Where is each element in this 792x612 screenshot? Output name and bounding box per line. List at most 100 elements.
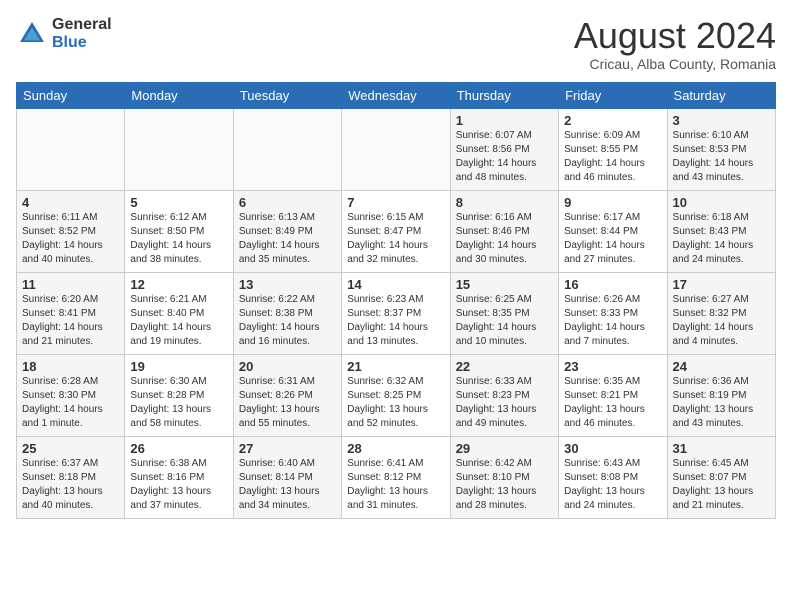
header-saturday: Saturday: [667, 82, 775, 108]
day-info: Sunrise: 6:10 AM Sunset: 8:53 PM Dayligh…: [673, 129, 770, 185]
day-info: Sunrise: 6:17 AM Sunset: 8:44 PM Dayligh…: [564, 211, 661, 267]
day-number: 31: [673, 441, 770, 456]
day-number: 3: [673, 113, 770, 128]
day-number: 5: [130, 195, 227, 210]
calendar-week-row: 18Sunrise: 6:28 AM Sunset: 8:30 PM Dayli…: [17, 354, 776, 436]
day-number: 21: [347, 359, 444, 374]
table-row: [17, 108, 125, 190]
day-number: 25: [22, 441, 119, 456]
title-section: August 2024 Cricau, Alba County, Romania: [574, 16, 776, 72]
header-wednesday: Wednesday: [342, 82, 450, 108]
day-number: 16: [564, 277, 661, 292]
day-number: 18: [22, 359, 119, 374]
day-info: Sunrise: 6:43 AM Sunset: 8:08 PM Dayligh…: [564, 457, 661, 513]
logo-text: General Blue: [52, 16, 112, 51]
table-row: 22Sunrise: 6:33 AM Sunset: 8:23 PM Dayli…: [450, 354, 558, 436]
day-info: Sunrise: 6:27 AM Sunset: 8:32 PM Dayligh…: [673, 293, 770, 349]
table-row: [233, 108, 341, 190]
day-info: Sunrise: 6:33 AM Sunset: 8:23 PM Dayligh…: [456, 375, 553, 431]
header-monday: Monday: [125, 82, 233, 108]
day-number: 1: [456, 113, 553, 128]
day-info: Sunrise: 6:07 AM Sunset: 8:56 PM Dayligh…: [456, 129, 553, 185]
month-title: August 2024: [574, 16, 776, 56]
table-row: 13Sunrise: 6:22 AM Sunset: 8:38 PM Dayli…: [233, 272, 341, 354]
table-row: 28Sunrise: 6:41 AM Sunset: 8:12 PM Dayli…: [342, 436, 450, 518]
day-info: Sunrise: 6:28 AM Sunset: 8:30 PM Dayligh…: [22, 375, 119, 431]
day-number: 19: [130, 359, 227, 374]
day-info: Sunrise: 6:16 AM Sunset: 8:46 PM Dayligh…: [456, 211, 553, 267]
day-number: 4: [22, 195, 119, 210]
day-number: 17: [673, 277, 770, 292]
day-info: Sunrise: 6:21 AM Sunset: 8:40 PM Dayligh…: [130, 293, 227, 349]
table-row: 26Sunrise: 6:38 AM Sunset: 8:16 PM Dayli…: [125, 436, 233, 518]
calendar-week-row: 25Sunrise: 6:37 AM Sunset: 8:18 PM Dayli…: [17, 436, 776, 518]
day-info: Sunrise: 6:30 AM Sunset: 8:28 PM Dayligh…: [130, 375, 227, 431]
day-info: Sunrise: 6:09 AM Sunset: 8:55 PM Dayligh…: [564, 129, 661, 185]
table-row: 8Sunrise: 6:16 AM Sunset: 8:46 PM Daylig…: [450, 190, 558, 272]
table-row: 16Sunrise: 6:26 AM Sunset: 8:33 PM Dayli…: [559, 272, 667, 354]
day-info: Sunrise: 6:35 AM Sunset: 8:21 PM Dayligh…: [564, 375, 661, 431]
day-info: Sunrise: 6:37 AM Sunset: 8:18 PM Dayligh…: [22, 457, 119, 513]
day-number: 22: [456, 359, 553, 374]
table-row: 12Sunrise: 6:21 AM Sunset: 8:40 PM Dayli…: [125, 272, 233, 354]
day-info: Sunrise: 6:42 AM Sunset: 8:10 PM Dayligh…: [456, 457, 553, 513]
day-info: Sunrise: 6:38 AM Sunset: 8:16 PM Dayligh…: [130, 457, 227, 513]
day-info: Sunrise: 6:13 AM Sunset: 8:49 PM Dayligh…: [239, 211, 336, 267]
day-info: Sunrise: 6:40 AM Sunset: 8:14 PM Dayligh…: [239, 457, 336, 513]
table-row: 29Sunrise: 6:42 AM Sunset: 8:10 PM Dayli…: [450, 436, 558, 518]
day-number: 23: [564, 359, 661, 374]
day-info: Sunrise: 6:32 AM Sunset: 8:25 PM Dayligh…: [347, 375, 444, 431]
table-row: 1Sunrise: 6:07 AM Sunset: 8:56 PM Daylig…: [450, 108, 558, 190]
calendar-week-row: 11Sunrise: 6:20 AM Sunset: 8:41 PM Dayli…: [17, 272, 776, 354]
table-row: 18Sunrise: 6:28 AM Sunset: 8:30 PM Dayli…: [17, 354, 125, 436]
day-number: 30: [564, 441, 661, 456]
table-row: 19Sunrise: 6:30 AM Sunset: 8:28 PM Dayli…: [125, 354, 233, 436]
day-info: Sunrise: 6:15 AM Sunset: 8:47 PM Dayligh…: [347, 211, 444, 267]
table-row: 2Sunrise: 6:09 AM Sunset: 8:55 PM Daylig…: [559, 108, 667, 190]
day-number: 24: [673, 359, 770, 374]
table-row: 4Sunrise: 6:11 AM Sunset: 8:52 PM Daylig…: [17, 190, 125, 272]
table-row: 21Sunrise: 6:32 AM Sunset: 8:25 PM Dayli…: [342, 354, 450, 436]
table-row: 27Sunrise: 6:40 AM Sunset: 8:14 PM Dayli…: [233, 436, 341, 518]
day-number: 28: [347, 441, 444, 456]
calendar-week-row: 1Sunrise: 6:07 AM Sunset: 8:56 PM Daylig…: [17, 108, 776, 190]
page-header: General Blue August 2024 Cricau, Alba Co…: [16, 16, 776, 72]
table-row: 30Sunrise: 6:43 AM Sunset: 8:08 PM Dayli…: [559, 436, 667, 518]
table-row: [125, 108, 233, 190]
day-info: Sunrise: 6:23 AM Sunset: 8:37 PM Dayligh…: [347, 293, 444, 349]
table-row: 9Sunrise: 6:17 AM Sunset: 8:44 PM Daylig…: [559, 190, 667, 272]
day-number: 6: [239, 195, 336, 210]
day-number: 7: [347, 195, 444, 210]
day-number: 9: [564, 195, 661, 210]
day-number: 27: [239, 441, 336, 456]
page-container: General Blue August 2024 Cricau, Alba Co…: [0, 0, 792, 612]
logo-icon: [16, 18, 48, 50]
day-number: 8: [456, 195, 553, 210]
day-info: Sunrise: 6:18 AM Sunset: 8:43 PM Dayligh…: [673, 211, 770, 267]
calendar-header-row: Sunday Monday Tuesday Wednesday Thursday…: [17, 82, 776, 108]
table-row: 11Sunrise: 6:20 AM Sunset: 8:41 PM Dayli…: [17, 272, 125, 354]
table-row: 23Sunrise: 6:35 AM Sunset: 8:21 PM Dayli…: [559, 354, 667, 436]
table-row: 25Sunrise: 6:37 AM Sunset: 8:18 PM Dayli…: [17, 436, 125, 518]
day-number: 11: [22, 277, 119, 292]
logo-general-text: General: [52, 16, 112, 34]
day-info: Sunrise: 6:31 AM Sunset: 8:26 PM Dayligh…: [239, 375, 336, 431]
day-number: 12: [130, 277, 227, 292]
day-info: Sunrise: 6:36 AM Sunset: 8:19 PM Dayligh…: [673, 375, 770, 431]
table-row: 5Sunrise: 6:12 AM Sunset: 8:50 PM Daylig…: [125, 190, 233, 272]
day-info: Sunrise: 6:26 AM Sunset: 8:33 PM Dayligh…: [564, 293, 661, 349]
table-row: 3Sunrise: 6:10 AM Sunset: 8:53 PM Daylig…: [667, 108, 775, 190]
day-info: Sunrise: 6:12 AM Sunset: 8:50 PM Dayligh…: [130, 211, 227, 267]
day-info: Sunrise: 6:11 AM Sunset: 8:52 PM Dayligh…: [22, 211, 119, 267]
header-friday: Friday: [559, 82, 667, 108]
day-number: 14: [347, 277, 444, 292]
header-tuesday: Tuesday: [233, 82, 341, 108]
header-thursday: Thursday: [450, 82, 558, 108]
day-number: 10: [673, 195, 770, 210]
logo: General Blue: [16, 16, 112, 51]
table-row: 10Sunrise: 6:18 AM Sunset: 8:43 PM Dayli…: [667, 190, 775, 272]
day-info: Sunrise: 6:22 AM Sunset: 8:38 PM Dayligh…: [239, 293, 336, 349]
day-number: 2: [564, 113, 661, 128]
logo-blue-text: Blue: [52, 34, 112, 52]
calendar-week-row: 4Sunrise: 6:11 AM Sunset: 8:52 PM Daylig…: [17, 190, 776, 272]
